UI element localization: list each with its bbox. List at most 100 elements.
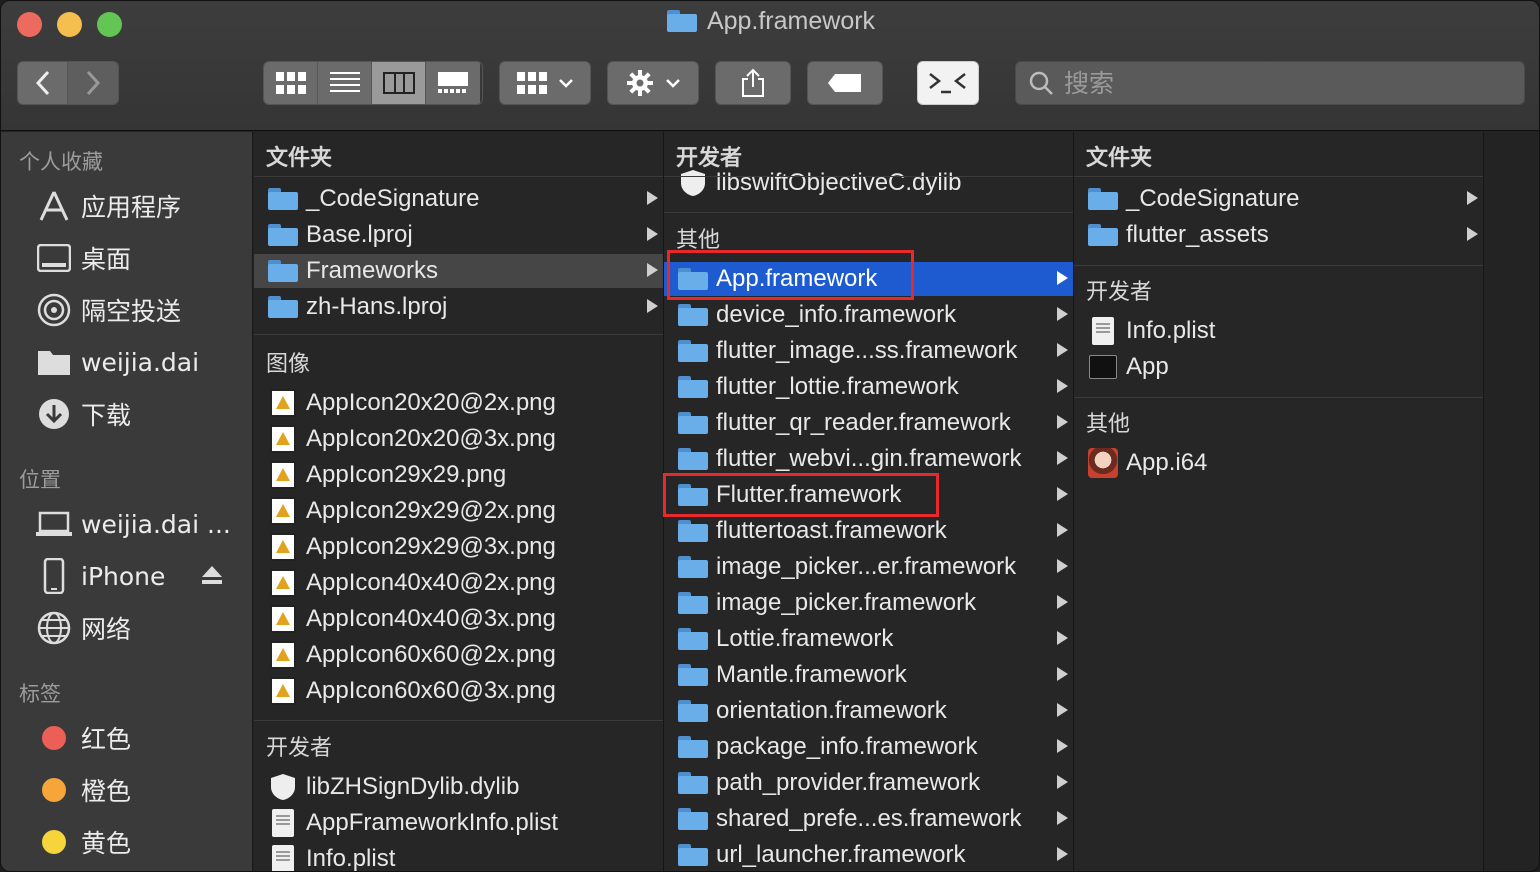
locations-header: 位置 bbox=[19, 468, 61, 492]
folder-icon bbox=[676, 696, 710, 726]
item-label: Lottie.framework bbox=[716, 625, 894, 652]
item-label: orientation.framework bbox=[716, 697, 947, 724]
disclosure-arrow-icon bbox=[1057, 271, 1068, 285]
sidebar-item-airdrop[interactable]: 隔空投送 bbox=[35, 290, 181, 330]
folder-icon bbox=[676, 372, 710, 402]
list-item[interactable]: AppIcon60x60@3x.png bbox=[254, 674, 663, 708]
list-item[interactable]: Mantle.framework bbox=[664, 658, 1073, 692]
list-item[interactable]: libswiftObjectiveC.dylib bbox=[664, 166, 1073, 200]
list-item[interactable]: AppIcon20x20@2x.png bbox=[254, 386, 663, 420]
list-item[interactable]: image_picker.framework bbox=[664, 586, 1073, 620]
list-item[interactable]: Base.lproj bbox=[254, 218, 663, 252]
list-item[interactable]: App bbox=[1074, 350, 1483, 384]
list-item[interactable]: flutter_image...ss.framework bbox=[664, 334, 1073, 368]
folder-icon bbox=[676, 732, 710, 762]
sidebar-tag-red[interactable]: 红色 bbox=[35, 718, 131, 758]
png-file-icon bbox=[266, 388, 300, 418]
group-button[interactable] bbox=[499, 61, 591, 105]
item-label: image_picker...er.framework bbox=[716, 553, 1017, 580]
tag-button[interactable] bbox=[807, 61, 883, 105]
list-item[interactable]: flutter_assets bbox=[1074, 218, 1483, 252]
item-label: AppIcon20x20@3x.png bbox=[306, 425, 556, 452]
sidebar-item-label: 红色 bbox=[81, 725, 132, 754]
item-label: _CodeSignature bbox=[306, 185, 480, 212]
list-item-selected[interactable]: Frameworks bbox=[254, 254, 663, 288]
sidebar-item-desktop[interactable]: 桌面 bbox=[35, 238, 131, 278]
sidebar-item-applications[interactable]: 应用程序 bbox=[35, 186, 181, 226]
search-field[interactable] bbox=[1015, 61, 1525, 105]
list-icon bbox=[329, 72, 360, 92]
sidebar-item-downloads[interactable]: 下载 bbox=[35, 394, 131, 434]
list-item[interactable]: _CodeSignature bbox=[1074, 182, 1483, 216]
tag-dot-orange bbox=[35, 771, 73, 809]
sidebar-tag-orange[interactable]: 橙色 bbox=[35, 770, 131, 810]
plist-file-icon bbox=[266, 808, 300, 838]
search-input[interactable] bbox=[1064, 68, 1504, 98]
item-label: fluttertoast.framework bbox=[716, 517, 947, 544]
list-item[interactable]: Lottie.framework bbox=[664, 622, 1073, 656]
list-item[interactable]: flutter_lottie.framework bbox=[664, 370, 1073, 404]
list-item[interactable]: Info.plist bbox=[1074, 314, 1483, 348]
list-item[interactable]: AppIcon29x29@2x.png bbox=[254, 494, 663, 528]
window-title: App.framework bbox=[1, 7, 1539, 36]
list-item[interactable]: AppIcon29x29@3x.png bbox=[254, 530, 663, 564]
item-label: flutter_webvi...gin.framework bbox=[716, 445, 1022, 472]
icon-view-button[interactable] bbox=[264, 62, 318, 104]
folder-icon bbox=[676, 444, 710, 474]
list-view-button[interactable] bbox=[318, 62, 372, 104]
item-label: shared_prefe...es.framework bbox=[716, 805, 1022, 832]
list-item[interactable]: libZHSignDylib.dylib bbox=[254, 770, 663, 804]
sidebar-item-network[interactable]: 网络 bbox=[35, 608, 131, 648]
disclosure-arrow-icon bbox=[1057, 307, 1068, 321]
folder-icon bbox=[676, 588, 710, 618]
downloads-icon bbox=[35, 395, 73, 433]
folder-icon bbox=[676, 840, 710, 870]
highlight-box-flutter-framework bbox=[663, 473, 939, 517]
nav-buttons bbox=[17, 61, 119, 105]
developer-section-header: 开发者 bbox=[266, 736, 333, 761]
list-item[interactable]: AppIcon40x40@3x.png bbox=[254, 602, 663, 636]
list-item[interactable]: AppFrameworkInfo.plist bbox=[254, 806, 663, 840]
column-view-button[interactable] bbox=[372, 62, 426, 104]
plist-file-icon bbox=[1086, 316, 1120, 346]
list-item[interactable]: _CodeSignature bbox=[254, 182, 663, 216]
terminal-button[interactable] bbox=[917, 61, 979, 105]
list-item[interactable]: zh-Hans.lproj bbox=[254, 290, 663, 324]
share-button[interactable] bbox=[715, 61, 791, 105]
item-label: libswiftObjectiveC.dylib bbox=[716, 169, 962, 196]
disclosure-arrow-icon bbox=[647, 227, 658, 241]
list-item[interactable]: AppIcon29x29.png bbox=[254, 458, 663, 492]
list-item[interactable]: Info.plist bbox=[254, 842, 663, 871]
list-item[interactable]: device_info.framework bbox=[664, 298, 1073, 332]
list-item[interactable]: fluttertoast.framework bbox=[664, 514, 1073, 548]
list-item[interactable]: orientation.framework bbox=[664, 694, 1073, 728]
list-item[interactable]: AppIcon40x40@2x.png bbox=[254, 566, 663, 600]
back-button[interactable] bbox=[18, 62, 68, 104]
list-item[interactable]: shared_prefe...es.framework bbox=[664, 802, 1073, 836]
list-item[interactable]: package_info.framework bbox=[664, 730, 1073, 764]
list-item[interactable]: flutter_qr_reader.framework bbox=[664, 406, 1073, 440]
sidebar-item-iphone[interactable]: iPhone bbox=[35, 556, 165, 596]
sidebar-item-home[interactable]: weijia.dai bbox=[35, 342, 199, 382]
gallery-icon bbox=[438, 72, 468, 93]
sidebar-tag-yellow[interactable]: 黄色 bbox=[35, 822, 131, 862]
folder-icon bbox=[266, 184, 300, 214]
eject-icon[interactable] bbox=[201, 564, 223, 586]
list-item[interactable]: url_launcher.framework bbox=[664, 838, 1073, 871]
disclosure-arrow-icon bbox=[1057, 595, 1068, 609]
folder-icon bbox=[676, 300, 710, 330]
png-file-icon bbox=[266, 604, 300, 634]
gallery-view-button[interactable] bbox=[426, 62, 480, 104]
disclosure-arrow-icon bbox=[1057, 811, 1068, 825]
action-button[interactable] bbox=[607, 61, 699, 105]
list-item[interactable]: AppIcon60x60@2x.png bbox=[254, 638, 663, 672]
list-item[interactable]: path_provider.framework bbox=[664, 766, 1073, 800]
columns-icon bbox=[382, 72, 415, 94]
forward-button[interactable] bbox=[68, 62, 118, 104]
list-item[interactable]: flutter_webvi...gin.framework bbox=[664, 442, 1073, 476]
sidebar-item-mac[interactable]: weijia.dai ... bbox=[35, 504, 231, 544]
list-item[interactable]: App.i64 bbox=[1074, 446, 1483, 480]
item-label: AppIcon40x40@3x.png bbox=[306, 605, 556, 632]
list-item[interactable]: image_picker...er.framework bbox=[664, 550, 1073, 584]
list-item[interactable]: AppIcon20x20@3x.png bbox=[254, 422, 663, 456]
